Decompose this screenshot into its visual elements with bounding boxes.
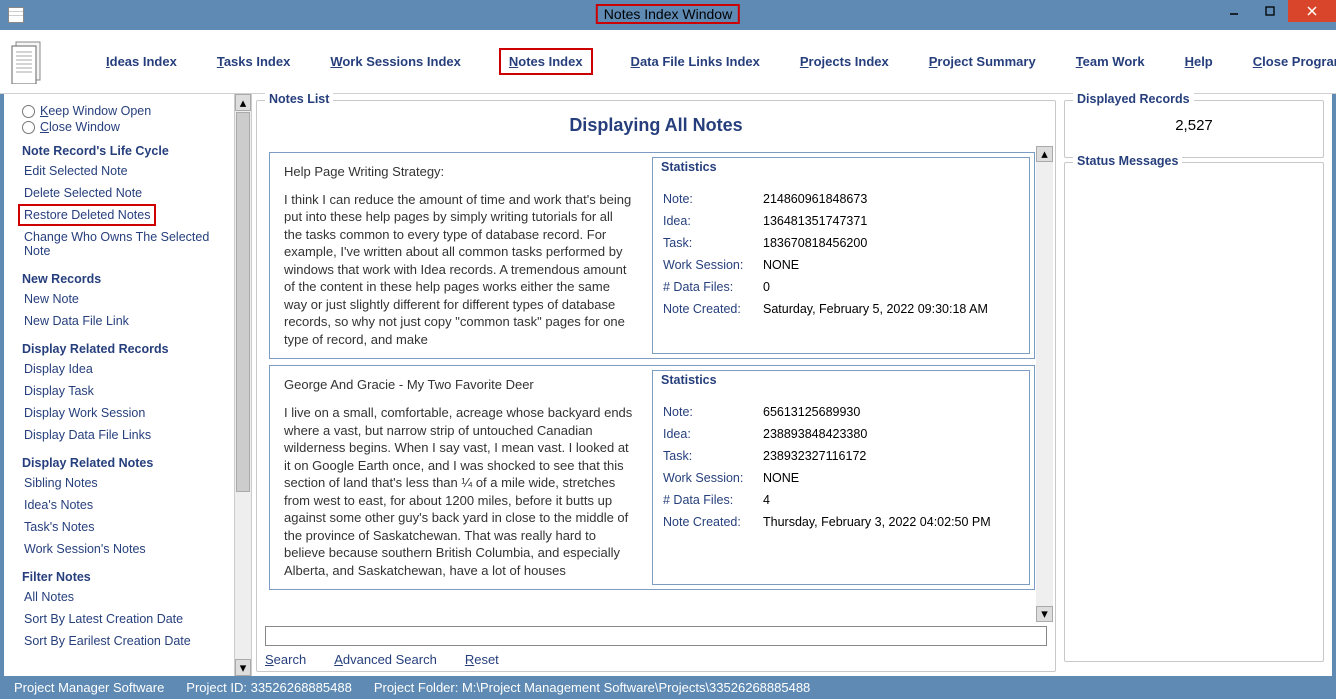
sidebar-scrollbar[interactable]: ▴ ▾ — [234, 94, 252, 676]
notes-list-group: Notes List Displaying All Notes Help Pag… — [256, 100, 1056, 672]
radio-close-window[interactable]: Close Window — [22, 120, 228, 134]
note-text: I live on a small, comfortable, acreage … — [284, 404, 634, 579]
note-stats: Statistics Note:214860961848673 Idea:136… — [652, 157, 1030, 354]
menu-ideas-index[interactable]: Ideas Index — [104, 50, 179, 73]
scroll-thumb[interactable] — [236, 112, 250, 492]
status-app: Project Manager Software — [14, 680, 164, 695]
stats-label: Statistics — [661, 373, 717, 387]
notes-scrollbar[interactable]: ▴ ▾ — [1036, 146, 1053, 622]
radio-keep-open[interactable]: Keep Window Open — [22, 104, 228, 118]
displayed-records-group: Displayed Records 2,527 — [1064, 100, 1324, 158]
link-edit-selected-note[interactable]: Edit Selected Note — [22, 160, 228, 182]
status-messages-label: Status Messages — [1073, 154, 1182, 168]
menu-notes-index[interactable]: Notes Index — [499, 48, 593, 75]
notes-scroll-area: Help Page Writing Strategy: I think I ca… — [257, 146, 1055, 622]
app-icon — [8, 7, 24, 23]
scroll-down-icon[interactable]: ▾ — [235, 659, 251, 676]
link-task-s-notes[interactable]: Task's Notes — [22, 516, 228, 538]
link-delete-selected-note[interactable]: Delete Selected Note — [22, 182, 228, 204]
scroll-up-icon[interactable]: ▴ — [235, 94, 251, 111]
note-title: Help Page Writing Strategy: — [284, 163, 634, 181]
titlebar: Notes Index Window — [0, 0, 1336, 30]
link-change-who-owns-the-selected-note[interactable]: Change Who Owns The Selected Note — [22, 226, 228, 262]
scroll-down-icon[interactable]: ▾ — [1036, 606, 1053, 622]
status-project-folder: Project Folder: M:\Project Management So… — [374, 680, 810, 695]
note-card[interactable]: Help Page Writing Strategy: I think I ca… — [269, 152, 1035, 359]
title-highlight: Notes Index Window — [596, 4, 740, 24]
link-display-work-session[interactable]: Display Work Session — [22, 402, 228, 424]
link-display-task[interactable]: Display Task — [22, 380, 228, 402]
menu-tasks-index[interactable]: Tasks Index — [215, 50, 292, 73]
search-input[interactable] — [265, 626, 1047, 646]
menu-team-work[interactable]: Team Work — [1074, 50, 1147, 73]
status-project-id: Project ID: 33526268885488 — [186, 680, 352, 695]
section-lifecycle: Note Record's Life Cycle — [22, 144, 228, 158]
link-restore-deleted-notes[interactable]: Restore Deleted Notes — [18, 204, 156, 226]
section-related: Display Related Records — [22, 342, 228, 356]
link-sibling-notes[interactable]: Sibling Notes — [22, 472, 228, 494]
main-menu: Ideas Index Tasks Index Work Sessions Inde… — [0, 30, 1336, 94]
notes-list-label: Notes List — [265, 92, 333, 106]
client-area: Keep Window Open Close Window Note Recor… — [0, 94, 1336, 676]
notes-heading: Displaying All Notes — [257, 101, 1055, 146]
note-text: I think I can reduce the amount of time … — [284, 191, 634, 349]
menu-close-program[interactable]: Close Program — [1251, 50, 1336, 73]
menu-data-file-links-index[interactable]: Data File Links Index — [629, 50, 762, 73]
right-pane: Displayed Records 2,527 Status Messages — [1060, 94, 1332, 676]
center-pane: Notes List Displaying All Notes Help Pag… — [252, 94, 1060, 676]
search-link[interactable]: Search — [265, 652, 306, 667]
section-filter: Filter Notes — [22, 570, 228, 584]
menu-projects-index[interactable]: Projects Index — [798, 50, 891, 73]
sidebar: Keep Window Open Close Window Note Recor… — [4, 94, 234, 676]
section-relnotes: Display Related Notes — [22, 456, 228, 470]
displayed-records-label: Displayed Records — [1073, 92, 1194, 106]
note-body: George And Gracie - My Two Favorite Deer… — [270, 366, 648, 589]
status-bar: Project Manager Software Project ID: 335… — [0, 676, 1336, 699]
close-button[interactable] — [1288, 0, 1336, 22]
maximize-button[interactable] — [1252, 0, 1288, 22]
link-work-session-s-notes[interactable]: Work Session's Notes — [22, 538, 228, 560]
link-new-data-file-link[interactable]: New Data File Link — [22, 310, 228, 332]
note-body: Help Page Writing Strategy: I think I ca… — [270, 153, 648, 358]
menu-help[interactable]: Help — [1183, 50, 1215, 73]
note-title: George And Gracie - My Two Favorite Deer — [284, 376, 634, 394]
menu-work-sessions-index[interactable]: Work Sessions Index — [328, 50, 463, 73]
document-icon — [10, 37, 46, 87]
scroll-up-icon[interactable]: ▴ — [1036, 146, 1053, 162]
window-title: Notes Index Window — [604, 6, 732, 22]
link-sort-by-earilest-creation-date[interactable]: Sort By Earilest Creation Date — [22, 630, 228, 652]
note-card[interactable]: George And Gracie - My Two Favorite Deer… — [269, 365, 1035, 590]
status-messages-group: Status Messages — [1064, 162, 1324, 662]
section-newrec: New Records — [22, 272, 228, 286]
radio-close-window-input[interactable] — [22, 121, 35, 134]
menu-project-summary[interactable]: Project Summary — [927, 50, 1038, 73]
link-display-data-file-links[interactable]: Display Data File Links — [22, 424, 228, 446]
advanced-search-link[interactable]: Advanced Search — [334, 652, 437, 667]
link-new-note[interactable]: New Note — [22, 288, 228, 310]
radio-keep-open-input[interactable] — [22, 105, 35, 118]
reset-link[interactable]: Reset — [465, 652, 499, 667]
link-sort-by-latest-creation-date[interactable]: Sort By Latest Creation Date — [22, 608, 228, 630]
link-all-notes[interactable]: All Notes — [22, 586, 228, 608]
minimize-button[interactable] — [1216, 0, 1252, 22]
stats-label: Statistics — [661, 160, 717, 174]
displayed-records-value: 2,527 — [1065, 101, 1323, 150]
link-display-idea[interactable]: Display Idea — [22, 358, 228, 380]
note-stats: Statistics Note:65613125689930 Idea:2388… — [652, 370, 1030, 585]
link-idea-s-notes[interactable]: Idea's Notes — [22, 494, 228, 516]
